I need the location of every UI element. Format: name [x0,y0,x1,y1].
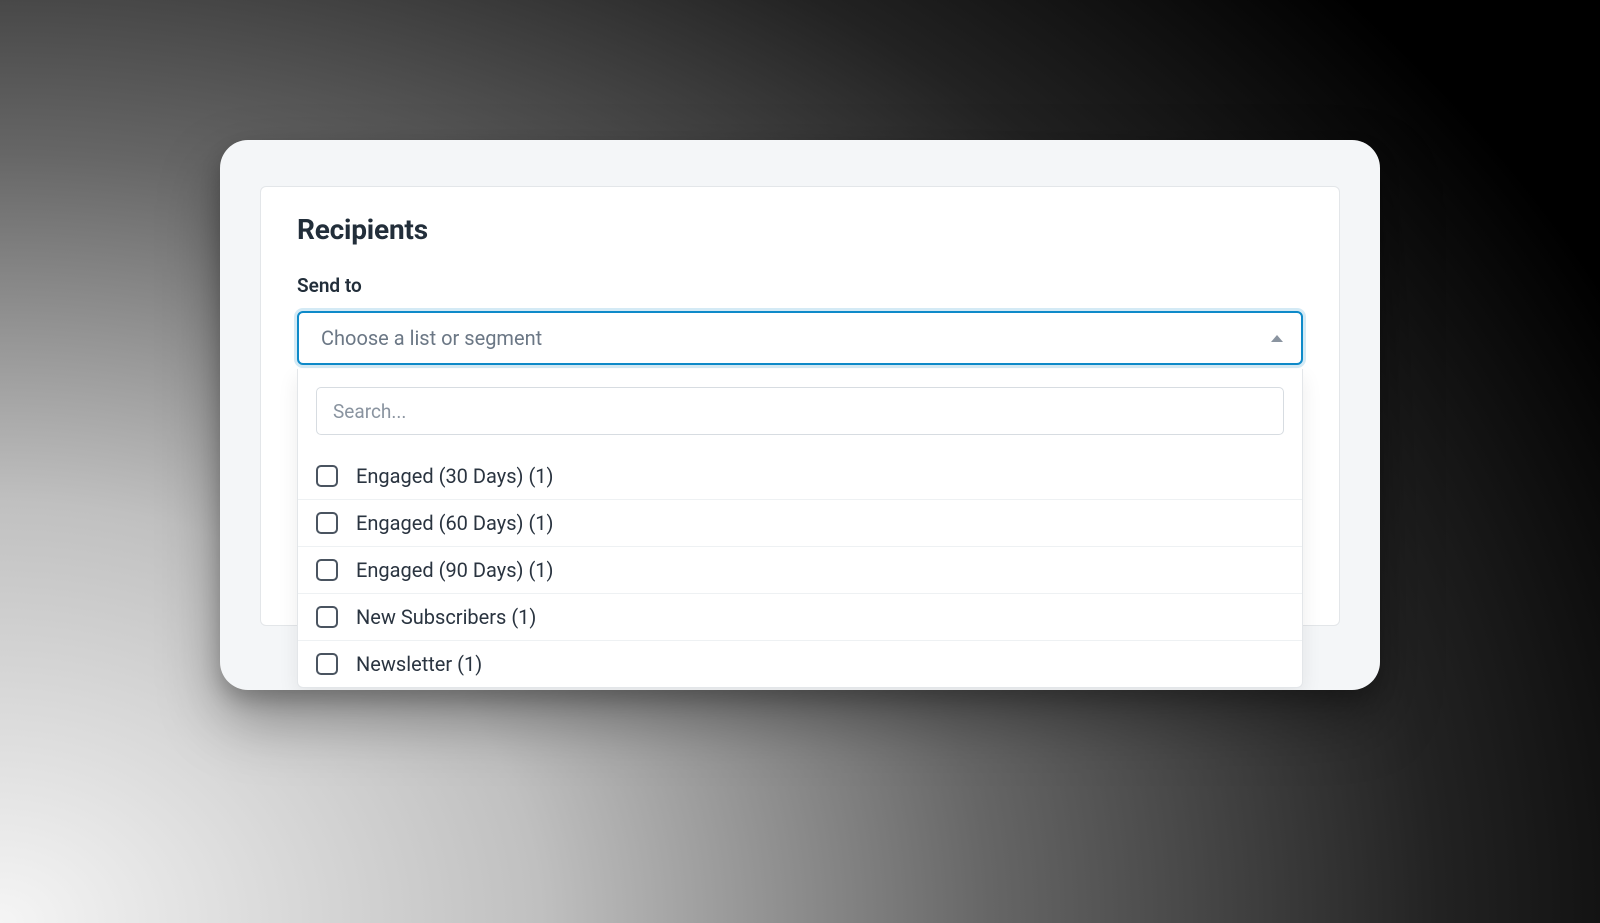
option-new-subscribers[interactable]: New Subscribers (1) [298,593,1302,640]
dropdown-placeholder: Choose a list or segment [321,326,542,350]
modal-container: Recipients Send to Choose a list or segm… [220,140,1380,690]
option-engaged-90[interactable]: Engaged (90 Days) (1) [298,546,1302,593]
search-wrapper [298,369,1302,453]
checkbox-icon[interactable] [316,512,338,534]
option-label: Newsletter (1) [356,652,482,676]
options-list: Engaged (30 Days) (1) Engaged (60 Days) … [298,453,1302,687]
checkbox-icon[interactable] [316,653,338,675]
option-label: Engaged (90 Days) (1) [356,558,554,582]
search-input[interactable] [316,387,1284,435]
send-to-label: Send to [297,274,1303,297]
dropdown-panel: Engaged (30 Days) (1) Engaged (60 Days) … [297,369,1303,688]
recipients-card: Recipients Send to Choose a list or segm… [260,186,1340,626]
recipients-dropdown: Choose a list or segment Engaged (30 Day… [297,311,1303,365]
option-label: Engaged (30 Days) (1) [356,464,554,488]
option-newsletter[interactable]: Newsletter (1) [298,640,1302,687]
dropdown-trigger[interactable]: Choose a list or segment [297,311,1303,365]
option-engaged-60[interactable]: Engaged (60 Days) (1) [298,499,1302,546]
option-label: New Subscribers (1) [356,605,536,629]
section-title: Recipients [297,213,1303,246]
option-engaged-30[interactable]: Engaged (30 Days) (1) [298,453,1302,499]
option-label: Engaged (60 Days) (1) [356,511,554,535]
checkbox-icon[interactable] [316,606,338,628]
chevron-up-icon [1271,335,1283,342]
checkbox-icon[interactable] [316,559,338,581]
checkbox-icon[interactable] [316,465,338,487]
